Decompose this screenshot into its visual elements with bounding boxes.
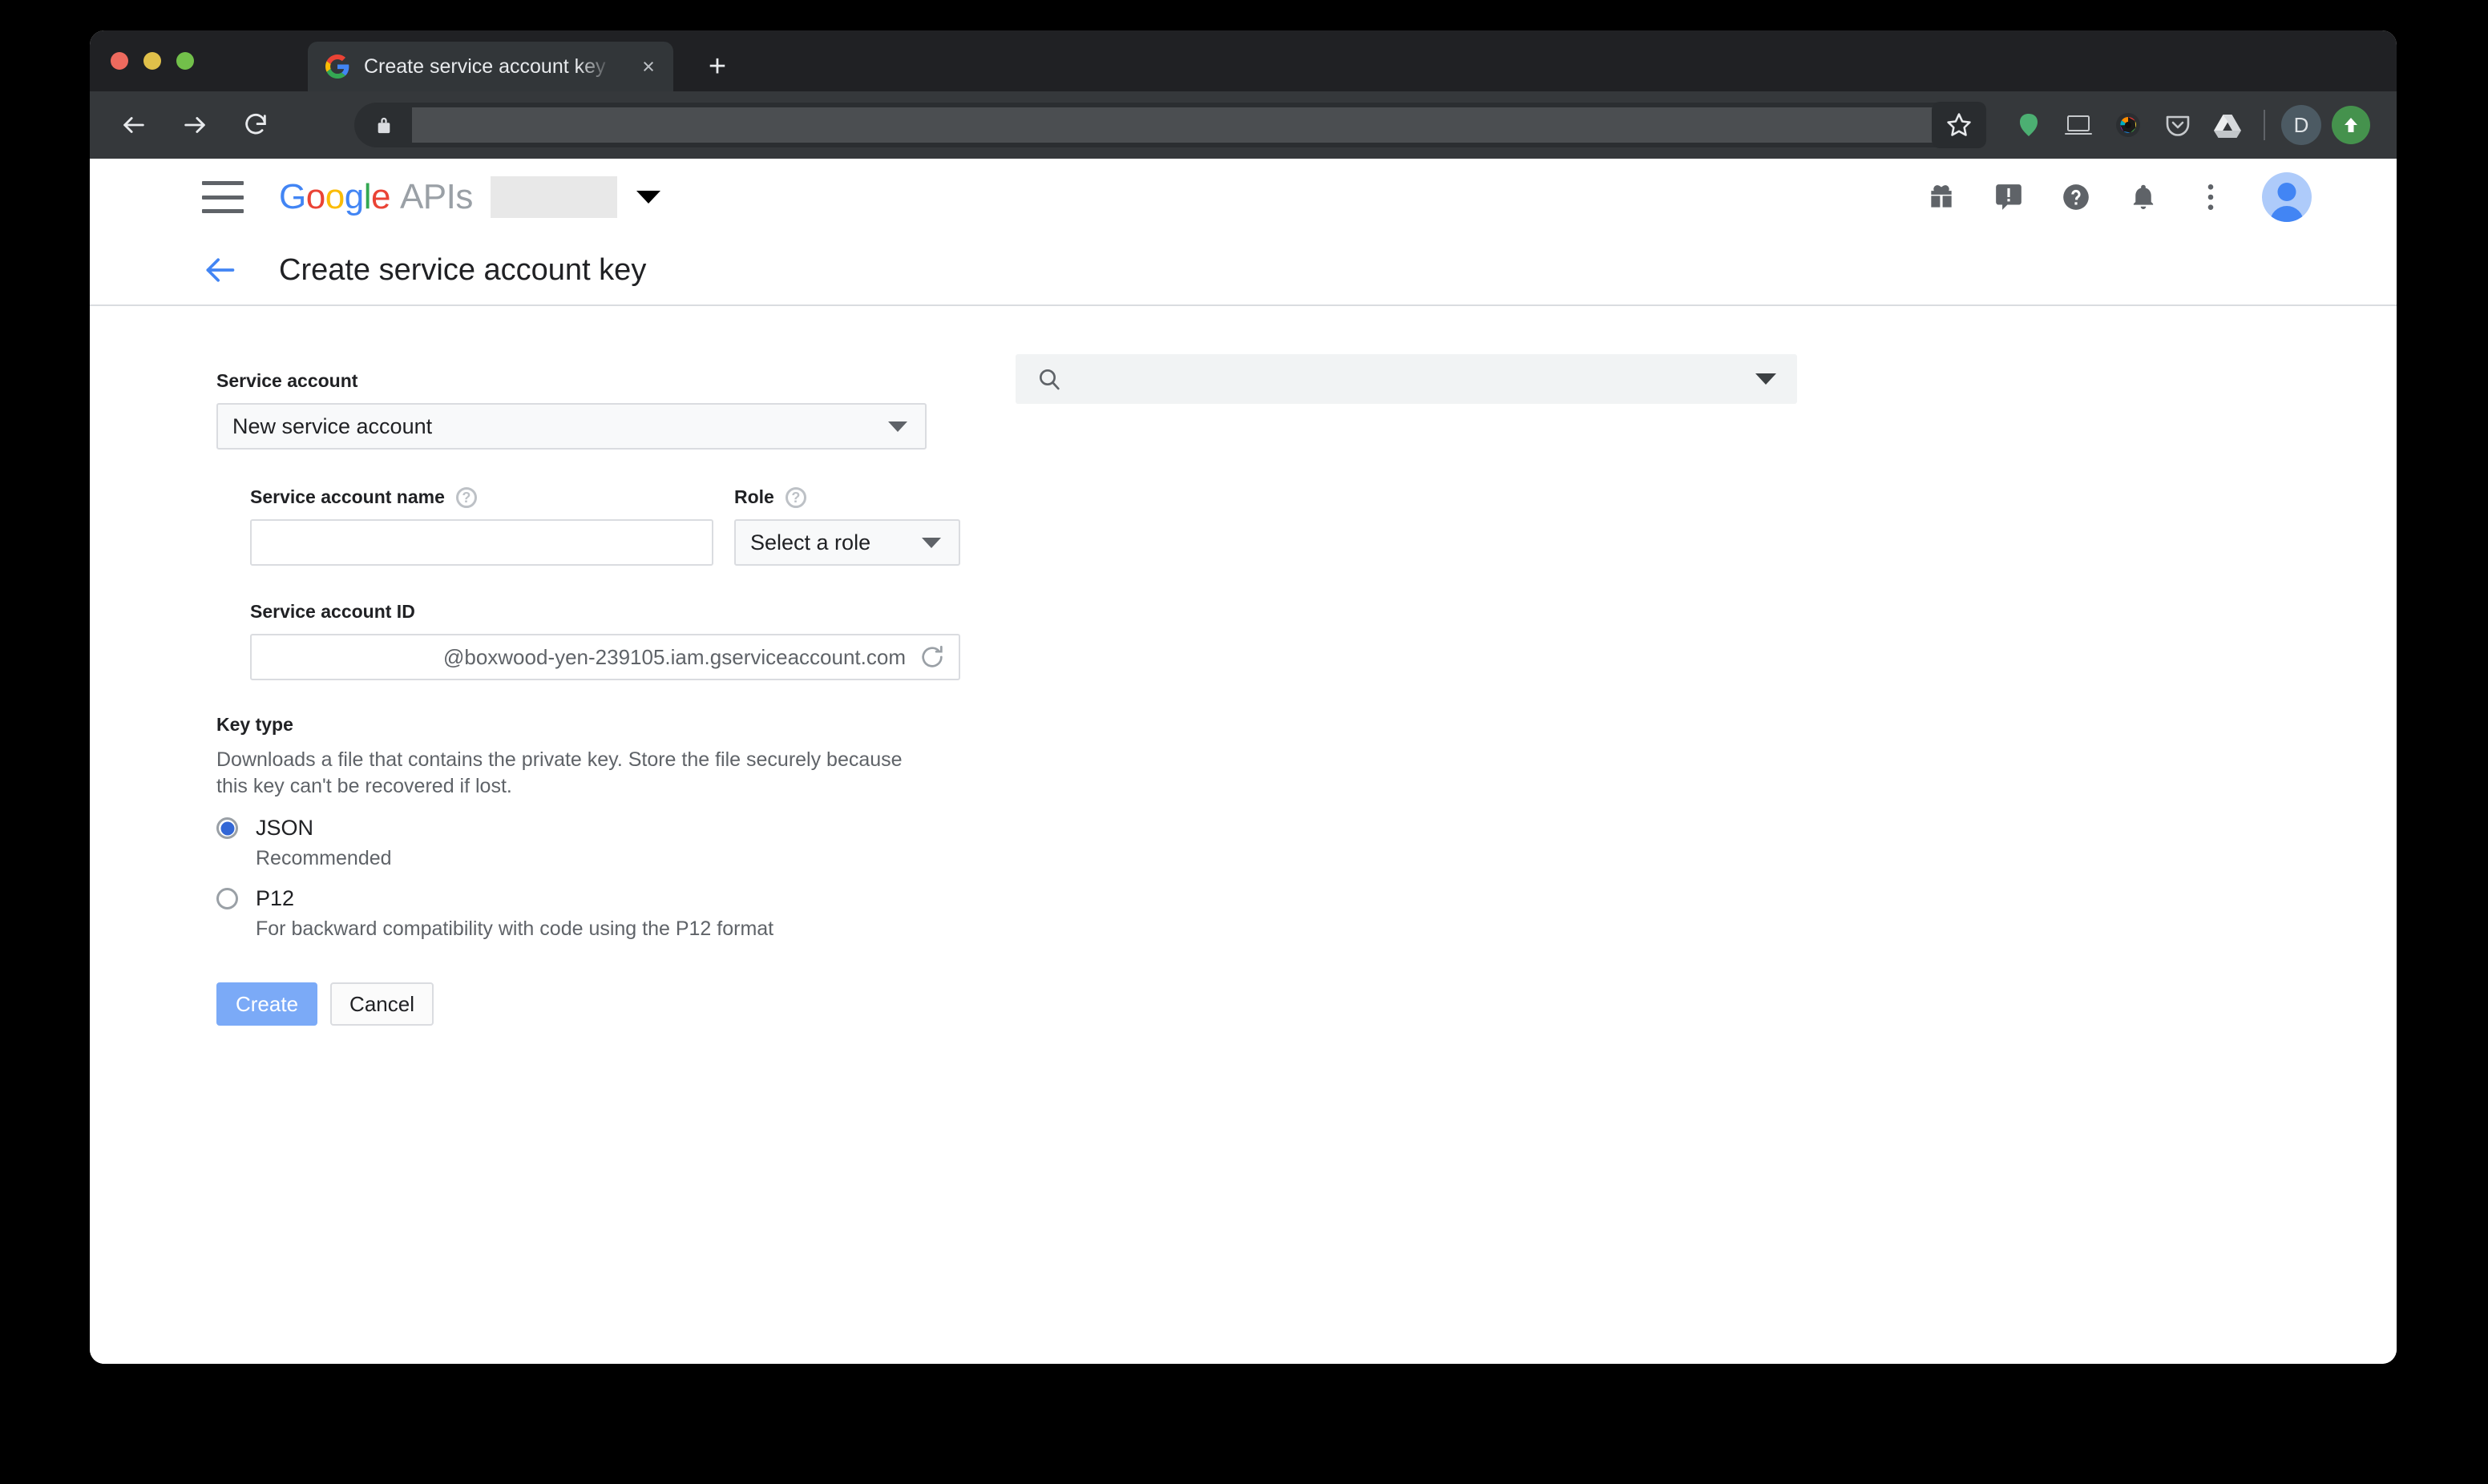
- key-type-field-group: Key type Downloads a file that contains …: [216, 714, 2397, 941]
- tab-close-icon[interactable]: ×: [635, 53, 662, 80]
- radio-p12[interactable]: [216, 888, 238, 909]
- address-bar[interactable]: [354, 103, 1973, 147]
- service-account-id-field-group: Service account ID @boxwood-yen-239105.i…: [250, 601, 2397, 680]
- feedback-icon[interactable]: [1989, 178, 2028, 216]
- help-icon[interactable]: ?: [455, 486, 477, 508]
- radio-json-sublabel: Recommended: [256, 847, 392, 869]
- browser-toolbar-actions: D: [1932, 91, 2397, 159]
- account-avatar[interactable]: [2262, 172, 2312, 222]
- role-label-text: Role: [734, 486, 774, 507]
- cast-screen-icon[interactable]: [2054, 100, 2103, 150]
- cancel-button[interactable]: Cancel: [330, 982, 434, 1026]
- notifications-bell-icon[interactable]: [2124, 178, 2163, 216]
- colorzilla-extension-icon[interactable]: [2103, 100, 2153, 150]
- minimize-window-button[interactable]: [143, 52, 161, 70]
- google-apis-logo[interactable]: Google APIs: [279, 177, 473, 217]
- key-type-label-text: Key type: [216, 714, 293, 735]
- browser-tab-title: Create service account key - M: [364, 54, 612, 78]
- gift-icon[interactable]: [1922, 178, 1961, 216]
- logo-letter-e: e: [370, 177, 390, 216]
- create-button[interactable]: Create: [216, 982, 318, 1026]
- browser-tab-strip: Create service account key - M × +: [90, 30, 2397, 91]
- project-name-redacted: [490, 176, 617, 218]
- google-apis-header: Google APIs: [90, 159, 2397, 404]
- logo-apis-text: APIs: [399, 177, 473, 216]
- search-text-field[interactable]: [1076, 366, 1755, 392]
- google-favicon-icon: [325, 54, 349, 79]
- radio-p12-label: P12: [256, 886, 295, 910]
- role-label: Role ?: [734, 486, 960, 508]
- chevron-down-icon: [888, 421, 907, 432]
- page-title-bar: Create service account key: [90, 236, 2397, 306]
- close-window-button[interactable]: [111, 52, 128, 70]
- hamburger-menu-icon[interactable]: [202, 181, 244, 213]
- form-action-buttons: Create Cancel: [216, 982, 2397, 1026]
- reload-button[interactable]: [234, 103, 277, 147]
- search-input[interactable]: [1016, 354, 1797, 404]
- avatar-head-shape: [2277, 183, 2296, 201]
- search-icon: [1036, 366, 1062, 392]
- service-account-id-input[interactable]: @boxwood-yen-239105.iam.gserviceaccount.…: [250, 634, 960, 680]
- profile-avatar-initial: D: [2293, 112, 2309, 137]
- arrow-back-icon[interactable]: [202, 252, 237, 288]
- upload-extension-icon[interactable]: [2326, 100, 2376, 150]
- toolbar-divider: [2264, 110, 2265, 140]
- role-selected-value: Select a role: [750, 530, 871, 554]
- chevron-down-icon: [922, 537, 941, 548]
- header-action-icons: [1922, 159, 2312, 236]
- refresh-icon[interactable]: [919, 643, 946, 671]
- evernote-extension-icon[interactable]: [2004, 100, 2054, 150]
- help-icon[interactable]: ?: [785, 486, 806, 508]
- service-account-select[interactable]: New service account: [216, 403, 927, 450]
- browser-window: Create service account key - M × +: [90, 30, 2397, 1364]
- lock-icon: [375, 115, 393, 135]
- logo-letter-l: l: [363, 177, 372, 216]
- service-account-id-domain-suffix: @boxwood-yen-239105.iam.gserviceaccount.…: [442, 644, 906, 669]
- service-account-id-label-text: Service account ID: [250, 601, 415, 622]
- search-dropdown-caret-icon[interactable]: [1755, 373, 1776, 385]
- service-account-name-label-text: Service account name: [250, 486, 445, 507]
- window-traffic-lights: [111, 30, 194, 91]
- maximize-window-button[interactable]: [176, 52, 194, 70]
- radio-p12-sublabel: For backward compatibility with code usi…: [256, 917, 774, 940]
- name-and-role-row: Service account name ? Role ? Select a r…: [250, 486, 2397, 566]
- forward-button[interactable]: [173, 103, 216, 147]
- service-account-id-label: Service account ID: [250, 601, 2397, 623]
- key-type-option-json[interactable]: JSON: [216, 816, 2397, 841]
- chevron-down-icon: [636, 191, 660, 204]
- address-bar-url-redacted: [412, 107, 1971, 143]
- profile-avatar-icon[interactable]: D: [2276, 100, 2326, 150]
- logo-letter-G: G: [279, 177, 306, 216]
- pocket-extension-icon[interactable]: [2153, 100, 2203, 150]
- page-title: Create service account key: [279, 252, 647, 287]
- radio-json[interactable]: [216, 817, 238, 839]
- google-drive-extension-icon[interactable]: [2203, 100, 2252, 150]
- key-type-radio-group: JSON Recommended P12 For backward compat…: [216, 816, 2397, 941]
- role-select[interactable]: Select a role: [734, 519, 960, 566]
- key-type-description: Downloads a file that contains the priva…: [216, 748, 903, 797]
- role-field-group: Role ? Select a role: [734, 486, 960, 566]
- more-vert-icon[interactable]: [2191, 178, 2230, 216]
- service-account-label-text: Service account: [216, 370, 358, 391]
- service-account-name-label: Service account name ?: [250, 486, 713, 508]
- page-content: Google APIs Create service account key S…: [90, 159, 2397, 1364]
- service-account-name-input[interactable]: [250, 519, 713, 566]
- radio-json-label: JSON: [256, 816, 314, 840]
- service-account-name-field-group: Service account name ?: [250, 486, 713, 566]
- avatar-body-shape: [2270, 206, 2304, 222]
- logo-letter-o1: o: [305, 177, 325, 216]
- new-tab-button[interactable]: +: [699, 48, 736, 85]
- browser-tab[interactable]: Create service account key - M ×: [308, 42, 673, 91]
- create-service-account-key-form: Service account New service account Serv…: [90, 306, 2397, 1026]
- back-button[interactable]: [112, 103, 156, 147]
- service-account-selected-value: New service account: [232, 413, 433, 438]
- project-selector[interactable]: [490, 176, 660, 218]
- browser-nav-bar: D: [90, 91, 2397, 159]
- logo-letter-o2: o: [325, 177, 345, 216]
- logo-letter-g: g: [344, 177, 364, 216]
- key-type-option-p12[interactable]: P12: [216, 886, 2397, 911]
- key-type-label: Key type: [216, 714, 2397, 736]
- help-icon[interactable]: [2057, 178, 2095, 216]
- bookmark-star-icon[interactable]: [1932, 102, 1986, 148]
